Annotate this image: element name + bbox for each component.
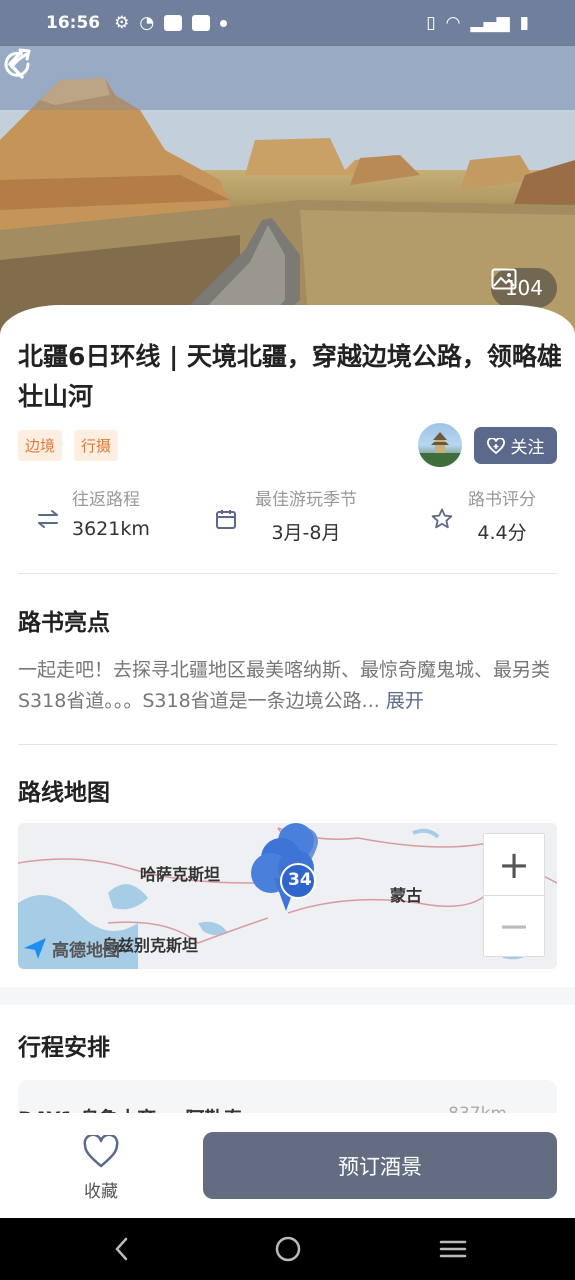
bottom-action-bar: 收藏 预订酒景	[0, 1113, 575, 1218]
follow-button[interactable]: 关注	[474, 427, 557, 464]
rating-value: 4.4分	[477, 522, 527, 544]
season-label: 最佳游玩季节	[255, 490, 357, 510]
divider	[18, 573, 557, 574]
top-navigation	[0, 46, 575, 110]
wifi-icon: ◠	[445, 13, 461, 33]
more-notifications-icon	[220, 19, 228, 27]
settings-icon: ⚙	[114, 13, 130, 33]
season-value: 3月-8月	[271, 522, 341, 544]
highlights-title: 路书亮点	[18, 610, 110, 636]
route-detail-page: 16:56 ⚙ ◔ ▯ ◠ ▂▄▆ ▮ 104 北疆6日环线 | 天境北疆，穿越…	[0, 0, 575, 1280]
app-notification-icon	[192, 15, 211, 31]
status-time: 16:56	[46, 13, 101, 33]
app-notification-icon	[164, 15, 183, 31]
zoom-in-button[interactable]: +	[484, 834, 544, 895]
expand-link[interactable]: 展开	[386, 690, 424, 712]
zoom-out-button[interactable]: −	[484, 895, 544, 956]
image-icon	[491, 268, 517, 290]
favorite-label: 收藏	[84, 1182, 118, 1202]
system-icons: ▯ ◠ ▂▄▆ ▮	[426, 13, 529, 33]
amap-logo-text: 高德地图	[52, 940, 120, 961]
distance-stat: 往返路程 3621km	[72, 485, 150, 540]
distance-value: 3621km	[72, 518, 150, 540]
marker-count: 34	[288, 870, 312, 890]
follow-label: 关注	[510, 438, 545, 458]
signal-icon: ▂▄▆	[470, 13, 510, 33]
tag-list: 边境 行摄	[18, 430, 119, 461]
hero-image[interactable]: 16:56 ⚙ ◔ ▯ ◠ ▂▄▆ ▮ 104	[0, 0, 575, 345]
heart-plus-icon	[486, 437, 505, 454]
favorite-button[interactable]: 收藏	[70, 1133, 132, 1202]
rating-label: 路书评分	[468, 490, 536, 510]
route-map[interactable]: 34 哈萨克斯坦 蒙古 乌兹别克斯坦 高德地图 + −	[18, 823, 557, 969]
round-trip-icon	[38, 510, 58, 528]
divider	[18, 744, 557, 745]
distance-label: 往返路程	[72, 490, 140, 510]
route-title: 北疆6日环线 | 天境北疆，穿越边境公路，领略雄壮山河	[18, 342, 562, 411]
amap-arrow-icon	[24, 938, 46, 959]
star-icon	[431, 508, 453, 529]
section-separator	[0, 987, 575, 1005]
status-bar: 16:56 ⚙ ◔ ▯ ◠ ▂▄▆ ▮	[0, 0, 575, 46]
highlights-text: 一起走吧！去探寻北疆地区最美喀纳斯、最惊奇魔鬼城、最另类S318省道。。。S31…	[18, 655, 558, 717]
speed-icon: ◔	[139, 13, 155, 33]
heart-icon	[83, 1133, 119, 1168]
system-navigation-bar	[0, 1218, 575, 1280]
pagoda-image	[418, 432, 462, 467]
map-title: 路线地图	[18, 780, 110, 806]
share-icon[interactable]	[0, 46, 36, 82]
calendar-icon	[216, 510, 236, 529]
map-label: 蒙古	[390, 886, 423, 905]
book-button[interactable]: 预订酒景	[203, 1132, 557, 1199]
map-label: 哈萨克斯坦	[140, 865, 221, 884]
itinerary-title: 行程安排	[18, 1035, 110, 1061]
season-stat: 最佳游玩季节 3月-8月	[250, 485, 362, 545]
author-avatar[interactable]	[418, 423, 462, 467]
zoom-controls: + −	[483, 833, 545, 957]
rating-stat: 路书评分 4.4分	[462, 485, 542, 545]
content-sheet: 北疆6日环线 | 天境北疆，穿越边境公路，领略雄壮山河 边境 行摄 关注 往返路…	[0, 305, 575, 1135]
amap-logo: 高德地图	[22, 935, 120, 961]
route-markers[interactable]	[236, 823, 336, 923]
tag[interactable]: 边境	[18, 430, 63, 461]
nav-menu-icon[interactable]	[438, 1234, 468, 1264]
notification-icons: ⚙ ◔	[114, 13, 228, 33]
nav-back-icon[interactable]	[107, 1234, 137, 1264]
vibrate-icon: ▯	[426, 13, 436, 33]
highlights-body: 一起走吧！去探寻北疆地区最美喀纳斯、最惊奇魔鬼城、最另类S318省道。。。S31…	[18, 659, 551, 712]
tag[interactable]: 行摄	[74, 430, 119, 461]
photo-count-badge[interactable]: 104	[490, 268, 557, 308]
route-stats: 往返路程 3621km 最佳游玩季节 3月-8月 路书评分 4.4分	[0, 485, 575, 555]
battery-icon: ▮	[519, 13, 529, 33]
nav-home-icon[interactable]	[273, 1234, 303, 1264]
